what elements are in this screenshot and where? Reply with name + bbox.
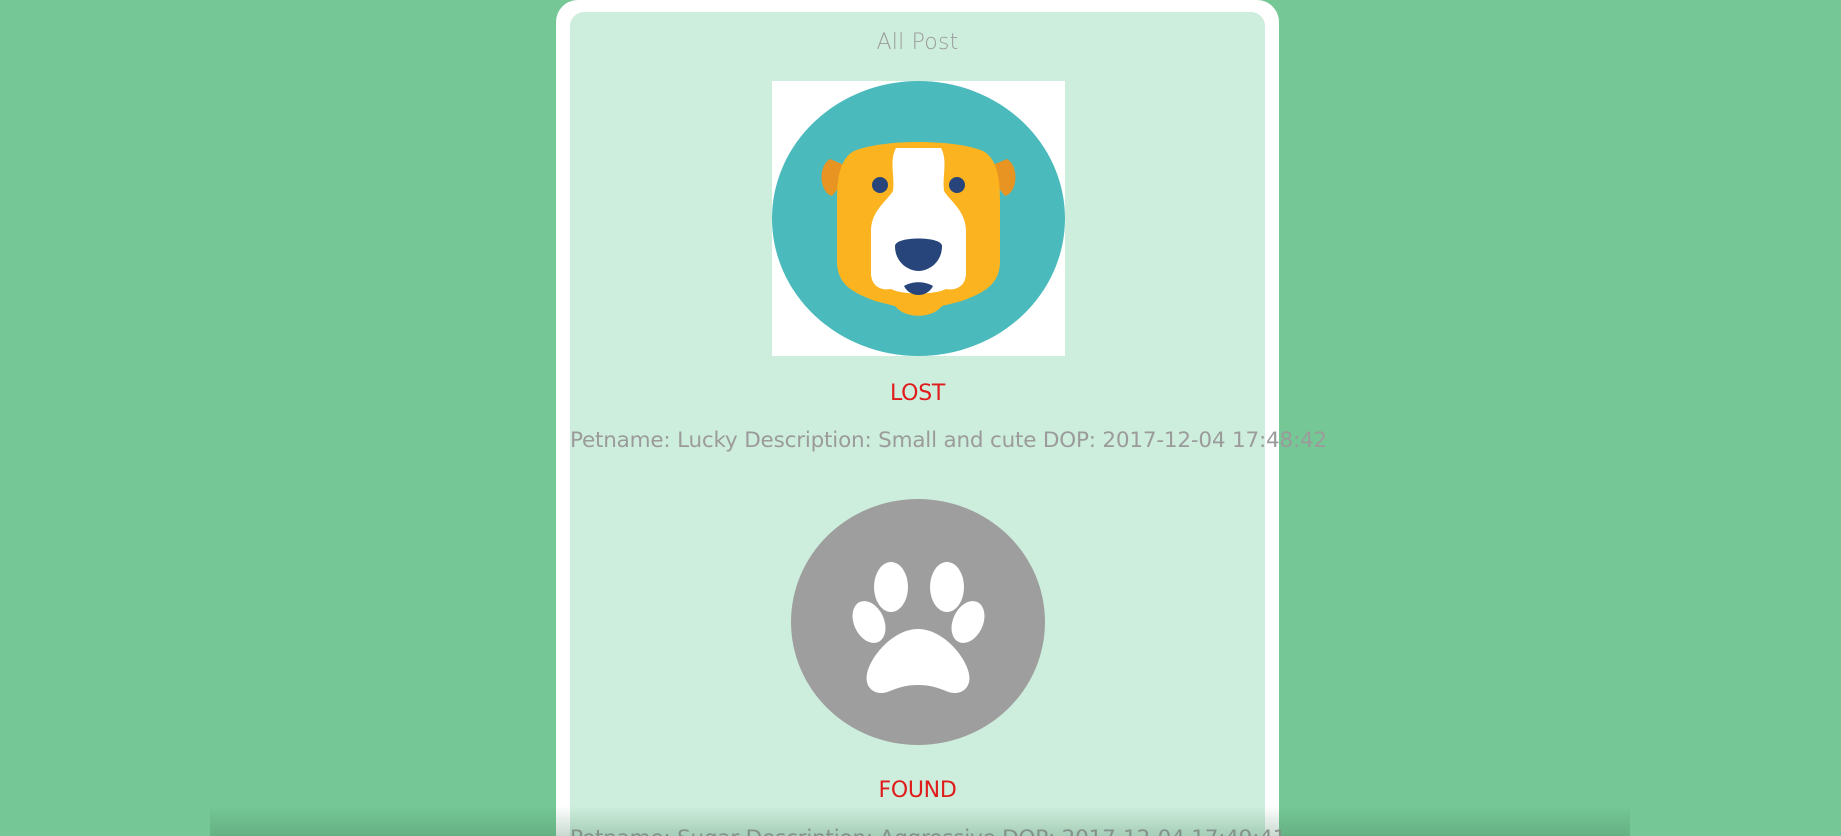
post-status-lost: LOST [890,381,945,406]
page-title: All Post [876,30,959,55]
post-description: Petname: Sugar Description: Aggressive D… [570,826,1286,836]
page: All Post LOST Petname: Lucky Description… [0,0,1841,836]
post-status-found: FOUND [878,778,957,803]
dog-face-icon[interactable] [772,81,1065,356]
post-description: Petname: Lucky Description: Small and cu… [570,428,1327,453]
paw-icon[interactable] [791,499,1045,745]
